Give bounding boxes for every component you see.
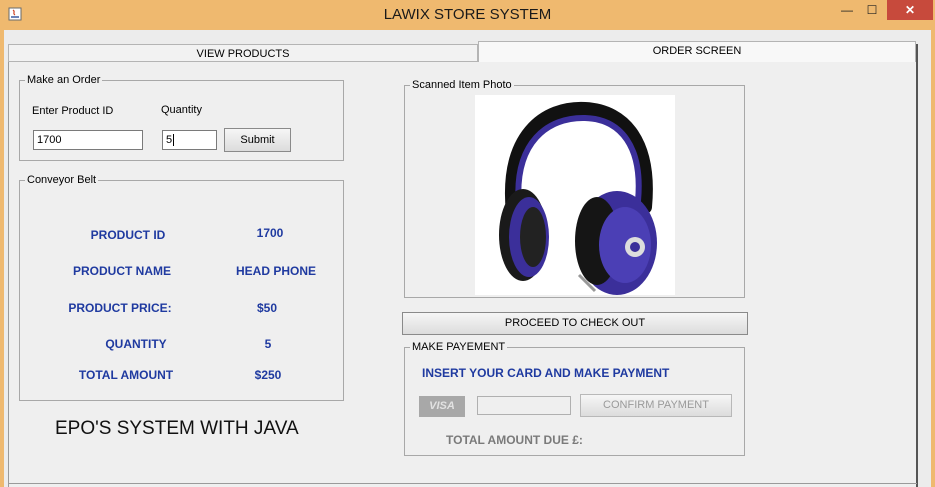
conveyor-belt-legend: Conveyor Belt [25,174,99,187]
divider [8,483,917,484]
product-id-input[interactable]: 1700 [33,130,143,150]
maximize-button[interactable]: ☐ [860,0,884,20]
close-button[interactable]: ✕ [887,0,933,20]
quantity-caption: QUANTITY [105,337,167,351]
quantity-label: Quantity [161,104,202,116]
product-price-caption: PRODUCT PRICE: [68,301,172,315]
proceed-checkout-button[interactable]: PROCEED TO CHECK OUT [402,312,748,335]
card-number-field[interactable] [477,396,571,415]
product-id-value: 1700 [37,134,62,146]
headphones-image [499,101,657,295]
confirm-payment-button[interactable]: CONFIRM PAYMENT [580,394,732,417]
make-order-legend: Make an Order [25,74,103,87]
visa-card-icon: VISA [419,396,465,417]
total-amount-display: $250 [254,368,282,382]
product-id-display: 1700 [256,226,284,240]
minimize-button[interactable]: — [836,0,858,20]
tab-order-screen[interactable]: ORDER SCREEN [478,41,916,62]
product-id-label: Enter Product ID [32,105,114,117]
footer-caption: EPO'S SYSTEM WITH JAVA [55,418,299,439]
panel-shadow [916,44,918,487]
quantity-display: 5 [264,337,272,351]
quantity-value: 5 [166,134,173,146]
product-name-caption: PRODUCT NAME [73,264,171,278]
make-payment-legend: MAKE PAYEMENT [410,341,508,354]
scanned-photo-legend: Scanned Item Photo [410,79,514,92]
submit-button[interactable]: Submit [224,128,291,152]
quantity-input[interactable]: 5 [162,130,217,150]
product-id-caption: PRODUCT ID [90,228,166,242]
window-title: LAWIX STORE SYSTEM [383,6,552,23]
amount-due-label: TOTAL AMOUNT DUE £: [446,433,583,447]
product-photo [475,95,675,295]
tab-view-products[interactable]: VIEW PRODUCTS [8,44,478,62]
product-name-display: HEAD PHONE [235,264,316,278]
total-amount-caption: TOTAL AMOUNT [78,368,174,382]
product-price-display: $50 [256,301,278,315]
text-caret [173,134,175,147]
payment-instruction: INSERT YOUR CARD AND MAKE PAYMENT [422,366,670,380]
window-border-right [931,30,935,487]
